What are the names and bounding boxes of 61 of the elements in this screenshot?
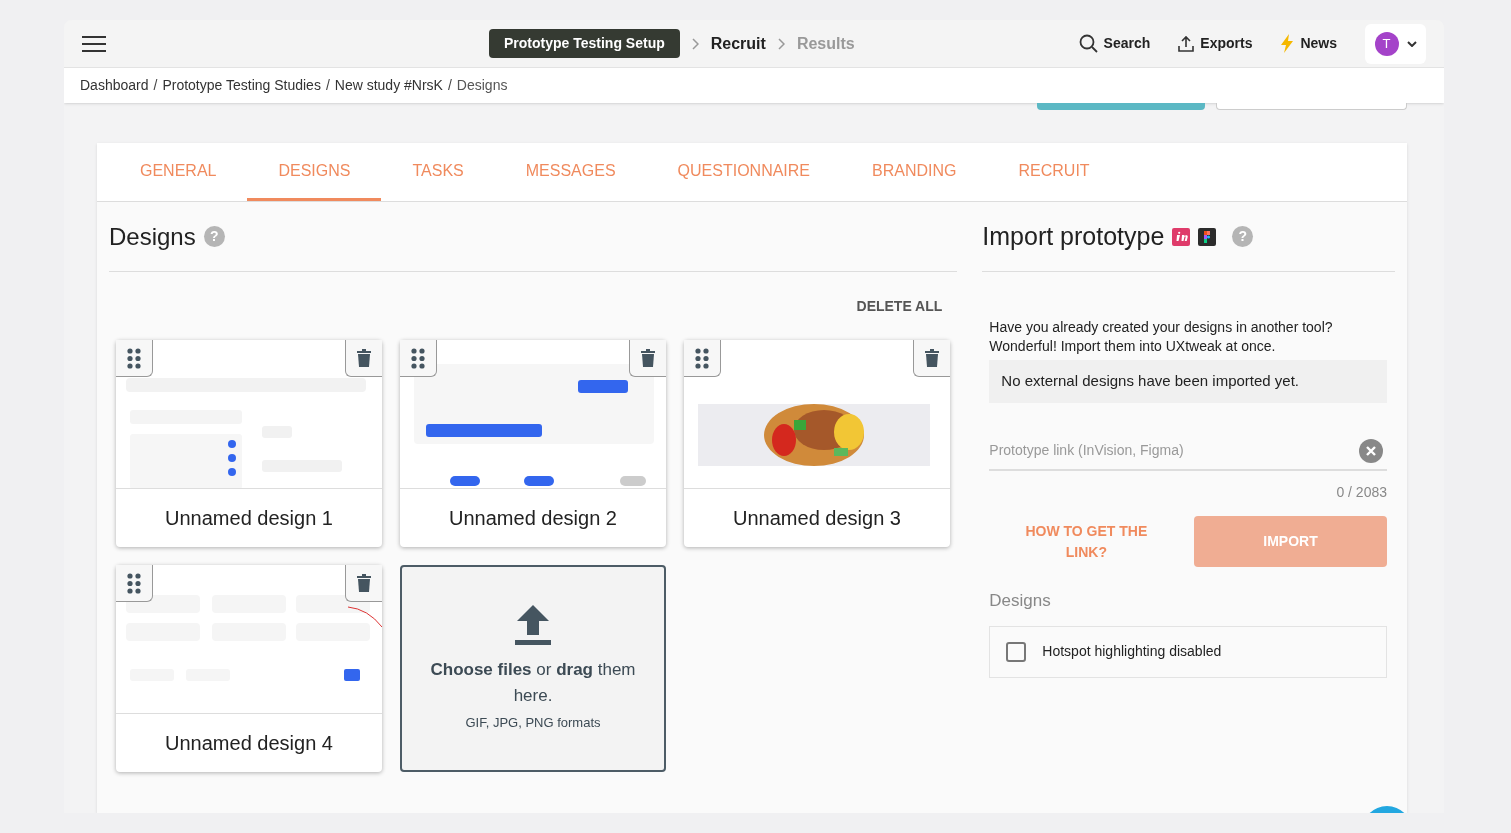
drag-handle[interactable]	[116, 340, 153, 377]
trash-icon	[357, 574, 371, 592]
breadcrumb-link[interactable]: New study #NrsK	[334, 75, 443, 96]
design-card[interactable]: Unnamed design 4	[116, 565, 382, 772]
subsection-title: Designs	[989, 590, 1052, 612]
breadcrumb-separator: /	[447, 76, 452, 95]
breadcrumb-separator: /	[153, 76, 158, 95]
upload-dropzone[interactable]: Choose files or drag them here. GIF, JPG, PNG formats	[400, 565, 666, 772]
design-name: Unnamed design 4	[164, 731, 334, 756]
chevron-icon	[691, 37, 699, 50]
design-card[interactable]: Unnamed design 1	[116, 340, 382, 547]
breadcrumb-link[interactable]: Designs	[456, 75, 508, 96]
design-name: Unnamed design 1	[164, 506, 334, 531]
delete-button[interactable]	[345, 565, 382, 602]
trash-icon	[925, 349, 939, 367]
drag-icon	[695, 347, 709, 369]
notice: No external designs have been imported yet.	[989, 360, 1387, 403]
invision-icon	[1172, 227, 1191, 246]
section-title: Designs	[109, 221, 196, 252]
step-link[interactable]: Prototype Testing Setup	[489, 29, 680, 58]
clear-icon[interactable]	[1359, 439, 1383, 463]
chevron-icon	[777, 37, 785, 50]
design-name: Unnamed design 2	[448, 506, 618, 531]
upload-text: Choose files or drag them here.	[429, 658, 637, 707]
trash-icon	[641, 349, 655, 367]
step-link[interactable]: Recruit	[710, 31, 766, 56]
design-card[interactable]: Unnamed design 2	[400, 340, 666, 547]
design-name: Unnamed design 3	[732, 506, 902, 531]
search-icon	[1078, 34, 1098, 53]
design-card[interactable]: Unnamed design 3	[684, 340, 950, 547]
export-icon	[1178, 35, 1195, 52]
breadcrumb-separator: /	[325, 76, 330, 95]
drag-icon	[127, 572, 141, 594]
breadcrumb-link[interactable]: Prototype Testing Studies	[162, 75, 321, 96]
trash-icon	[357, 349, 371, 367]
delete-button[interactable]	[629, 340, 666, 377]
figma-icon	[1198, 227, 1217, 246]
character-counter: 0 / 2083	[1336, 483, 1387, 502]
account-button[interactable]: T	[1365, 23, 1426, 64]
toolbar-link[interactable]: Search	[1078, 33, 1151, 54]
intro-text: Have you already created your designs in another tool? Wonderful! Import them into UXtweak at once.	[989, 318, 1334, 356]
toolbar-link[interactable]: Exports	[1178, 33, 1253, 54]
checkbox[interactable]	[1006, 641, 1027, 662]
drag-handle[interactable]	[116, 565, 153, 602]
breadcrumb-link[interactable]: Dashboard	[80, 75, 149, 96]
checkbox-label: Hotspot highlighting disabled	[1042, 642, 1222, 661]
delete-all-button[interactable]: DELETE ALL	[856, 296, 943, 317]
drag-handle[interactable]	[400, 340, 437, 377]
toolbar-link[interactable]: News	[1280, 33, 1337, 54]
formats-text: GIF, JPG, PNG formats	[465, 713, 601, 732]
delete-button[interactable]	[913, 340, 950, 377]
drag-icon	[411, 347, 425, 369]
drag-icon	[127, 347, 141, 369]
drag-handle[interactable]	[684, 340, 721, 377]
section-title: Import prototype	[982, 220, 1165, 252]
menu-icon[interactable]	[82, 35, 106, 52]
delete-button[interactable]	[345, 340, 382, 377]
avatar: T	[1374, 31, 1399, 56]
lightning-icon	[1280, 34, 1295, 53]
caret-icon	[1406, 40, 1417, 47]
upload-icon	[515, 604, 551, 645]
